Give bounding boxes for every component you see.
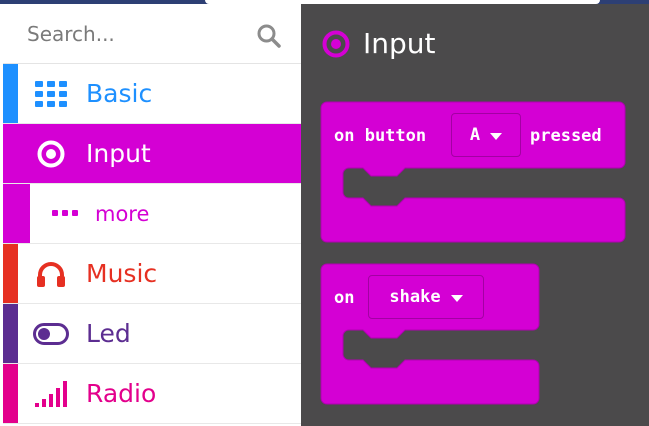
search-bar — [3, 4, 301, 64]
signal-bars-icon — [33, 378, 69, 410]
dots-icon — [47, 198, 83, 230]
grid-icon — [33, 78, 69, 110]
category-color-stripe — [3, 364, 18, 423]
category-label: Input — [86, 139, 151, 168]
category-label: Music — [86, 259, 158, 288]
category-label: Led — [86, 319, 131, 348]
category-label: Radio — [86, 379, 157, 408]
search-icon[interactable] — [256, 23, 282, 49]
block-flyout: Input on button A pressed on shake — [301, 4, 649, 426]
category-basic[interactable]: Basic — [3, 64, 301, 124]
category-music[interactable]: Music — [3, 244, 301, 304]
gesture-dropdown[interactable]: shake — [368, 275, 484, 319]
category-color-stripe — [3, 304, 18, 363]
headphones-icon — [33, 258, 69, 290]
gesture-dropdown-value: shake — [389, 287, 441, 307]
category-input[interactable]: Input — [3, 124, 301, 184]
category-color-stripe — [3, 244, 18, 303]
category-label: Basic — [86, 79, 153, 108]
category-led[interactable]: Led — [3, 304, 301, 364]
radio-target-icon — [33, 138, 69, 170]
search-input[interactable] — [25, 16, 249, 52]
on-gesture-block-shape — [320, 263, 540, 405]
category-input-more[interactable]: more — [3, 184, 301, 244]
category-radio[interactable]: Radio — [3, 364, 301, 424]
category-label: more — [95, 202, 150, 226]
category-color-stripe — [3, 184, 30, 243]
toggle-icon — [33, 318, 69, 350]
category-color-stripe — [3, 64, 18, 123]
chevron-down-icon — [450, 294, 463, 302]
block-prefix-label: on — [334, 288, 355, 308]
category-color-stripe — [3, 124, 18, 183]
toolbox-sidebar: Basic Input more — [3, 4, 301, 426]
